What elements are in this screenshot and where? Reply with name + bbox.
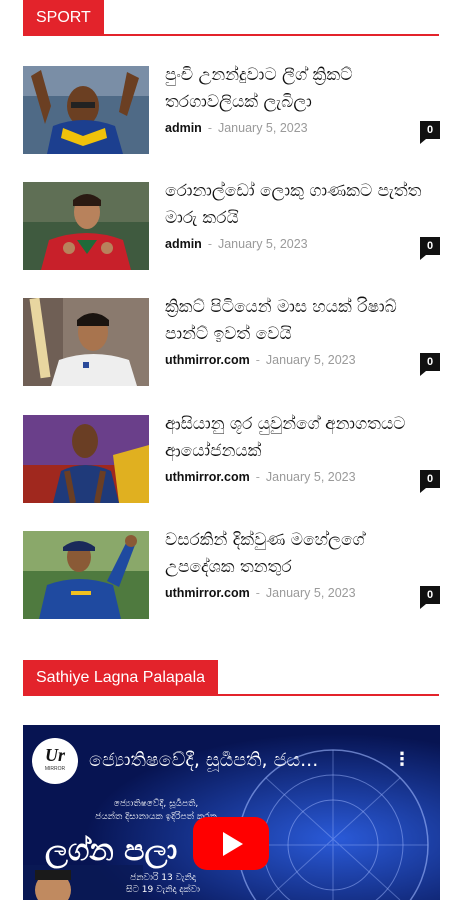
video-big-title: ලග්න පලා	[45, 833, 178, 868]
article-item[interactable]: ආසියානු ශූර යුවුන්ගේ අනාගතයට ආයෝජනයක් ut…	[23, 414, 440, 505]
article-meta: uthmirror.com - January 5, 2023	[165, 353, 356, 367]
section-label-sport[interactable]: SPORT	[23, 0, 104, 36]
section-label-sathiye[interactable]: Sathiye Lagna Palapala	[23, 660, 219, 696]
channel-logo[interactable]: Ur MIRROR	[32, 738, 78, 784]
article-date: January 5, 2023	[265, 353, 356, 367]
article-date: January 5, 2023	[217, 237, 308, 251]
section-header-sathiye: Sathiye Lagna Palapala	[23, 660, 439, 696]
section-header-sport: SPORT	[23, 0, 439, 36]
play-button-icon[interactable]	[193, 817, 269, 870]
more-options-icon[interactable]: ⋮	[393, 749, 411, 770]
article-item[interactable]: පුංචි උනන්දුවාට ලීග් ක්‍රිකට් තරගාවලියක්…	[23, 65, 440, 156]
article-author[interactable]: uthmirror.com	[165, 470, 250, 484]
article-meta: admin - January 5, 2023	[165, 237, 308, 251]
channel-logo-text: MIRROR	[44, 766, 66, 772]
article-headline[interactable]: වසරකින් දික්වුණ මහේලගේ උපදේශක තනතුර	[165, 527, 425, 581]
article-author[interactable]: admin	[165, 237, 202, 251]
comment-count-badge[interactable]: 0	[420, 470, 440, 493]
video-subtitle-line1: ජ්‍යොතිෂවේදී, සූර්‍යපති,	[113, 799, 199, 809]
article-headline[interactable]: ක්‍රිකට් පිටියෙන් මාස හයක් රිෂාබ් පාන්ට්…	[165, 294, 425, 348]
article-thumbnail[interactable]	[23, 182, 149, 270]
comment-count-badge[interactable]: 0	[420, 353, 440, 376]
article-author[interactable]: admin	[165, 121, 202, 135]
article-author[interactable]: uthmirror.com	[165, 586, 250, 600]
video-date-line2: සිට 19 වැනිදා දක්වා	[126, 885, 200, 895]
youtube-video-embed[interactable]: Ur MIRROR ජ්‍යොතිෂවේදී, සූර්‍යපති, ජය...…	[23, 725, 440, 900]
article-item[interactable]: රොනාල්ඩෝ ලොකු ගාණකට පැත්ත මාරු කරයි admi…	[23, 181, 440, 272]
article-meta: uthmirror.com - January 5, 2023	[165, 470, 356, 484]
article-headline[interactable]: රොනාල්ඩෝ ලොකු ගාණකට පැත්ත මාරු කරයි	[165, 178, 425, 232]
article-meta: uthmirror.com - January 5, 2023	[165, 586, 356, 600]
article-headline[interactable]: ආසියානු ශූර යුවුන්ගේ අනාගතයට ආයෝජනයක්	[165, 411, 425, 465]
article-item[interactable]: වසරකින් දික්වුණ මහේලගේ උපදේශක තනතුර uthm…	[23, 530, 440, 621]
article-meta: admin - January 5, 2023	[165, 121, 308, 135]
video-title[interactable]: ජ්‍යොතිෂවේදී, සූර්‍යපති, ජය...	[89, 749, 318, 771]
article-thumbnail[interactable]	[23, 66, 149, 154]
article-thumbnail[interactable]	[23, 415, 149, 503]
article-date: January 5, 2023	[265, 470, 356, 484]
article-author[interactable]: uthmirror.com	[165, 353, 250, 367]
article-date: January 5, 2023	[265, 586, 356, 600]
article-thumbnail[interactable]	[23, 531, 149, 619]
comment-count-badge[interactable]: 0	[420, 121, 440, 144]
comment-count-badge[interactable]: 0	[420, 586, 440, 609]
article-date: January 5, 2023	[217, 121, 308, 135]
article-thumbnail[interactable]	[23, 298, 149, 386]
article-item[interactable]: ක්‍රිකට් පිටියෙන් මාස හයක් රිෂාබ් පාන්ට්…	[23, 297, 440, 388]
comment-count-badge[interactable]: 0	[420, 237, 440, 260]
article-headline[interactable]: පුංචි උනන්දුවාට ලීග් ක්‍රිකට් තරගාවලියක්…	[165, 62, 425, 116]
video-date-line1: ජනවාරි 13 වැනිදා	[130, 873, 196, 883]
